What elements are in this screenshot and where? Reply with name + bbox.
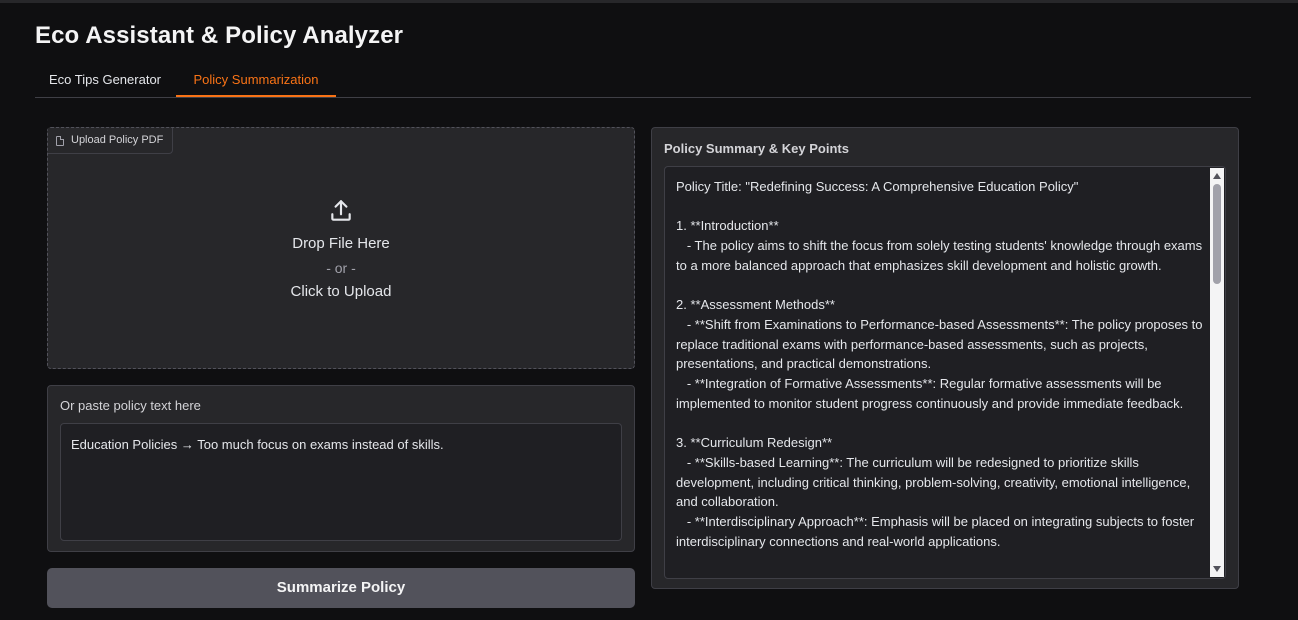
- window-top-border: [0, 0, 1298, 3]
- tab-policy-summarization[interactable]: Policy Summarization: [176, 66, 336, 97]
- summarize-policy-button[interactable]: Summarize Policy: [47, 568, 635, 608]
- upload-label-badge: Upload Policy PDF: [48, 128, 174, 154]
- policy-summary-output[interactable]: Policy Title: "Redefining Success: A Com…: [664, 166, 1226, 579]
- file-icon: [56, 135, 64, 146]
- vertical-scrollbar[interactable]: [1210, 168, 1224, 577]
- policy-summary-text: Policy Title: "Redefining Success: A Com…: [676, 179, 1203, 549]
- paste-policy-panel: Or paste policy text here Education Poli…: [47, 385, 635, 552]
- policy-summary-label: Policy Summary & Key Points: [664, 141, 849, 156]
- upload-icon: [331, 200, 351, 221]
- click-to-upload-text[interactable]: Click to Upload: [48, 280, 634, 304]
- tab-eco-tips-generator[interactable]: Eco Tips Generator: [35, 66, 175, 96]
- app-title: Eco Assistant & Policy Analyzer: [35, 22, 404, 49]
- drop-zone-content[interactable]: Drop File Here - or - Click to Upload: [48, 198, 634, 304]
- policy-summary-panel: Policy Summary & Key Points Policy Title…: [651, 127, 1239, 589]
- or-separator-text: - or -: [326, 260, 356, 276]
- scroll-up-arrow-icon[interactable]: [1213, 173, 1221, 179]
- paste-policy-textarea[interactable]: Education Policies → Too much focus on e…: [60, 423, 622, 541]
- scroll-down-arrow-icon[interactable]: [1213, 566, 1221, 572]
- tab-bar: Eco Tips Generator Policy Summarization: [35, 66, 1251, 98]
- upload-dropzone[interactable]: Upload Policy PDF Drop File Here - or - …: [47, 127, 635, 369]
- drop-file-text: Drop File Here: [292, 235, 390, 252]
- paste-policy-label: Or paste policy text here: [60, 398, 201, 413]
- scroll-thumb[interactable]: [1213, 184, 1221, 284]
- upload-label-text: Upload Policy PDF: [71, 134, 164, 146]
